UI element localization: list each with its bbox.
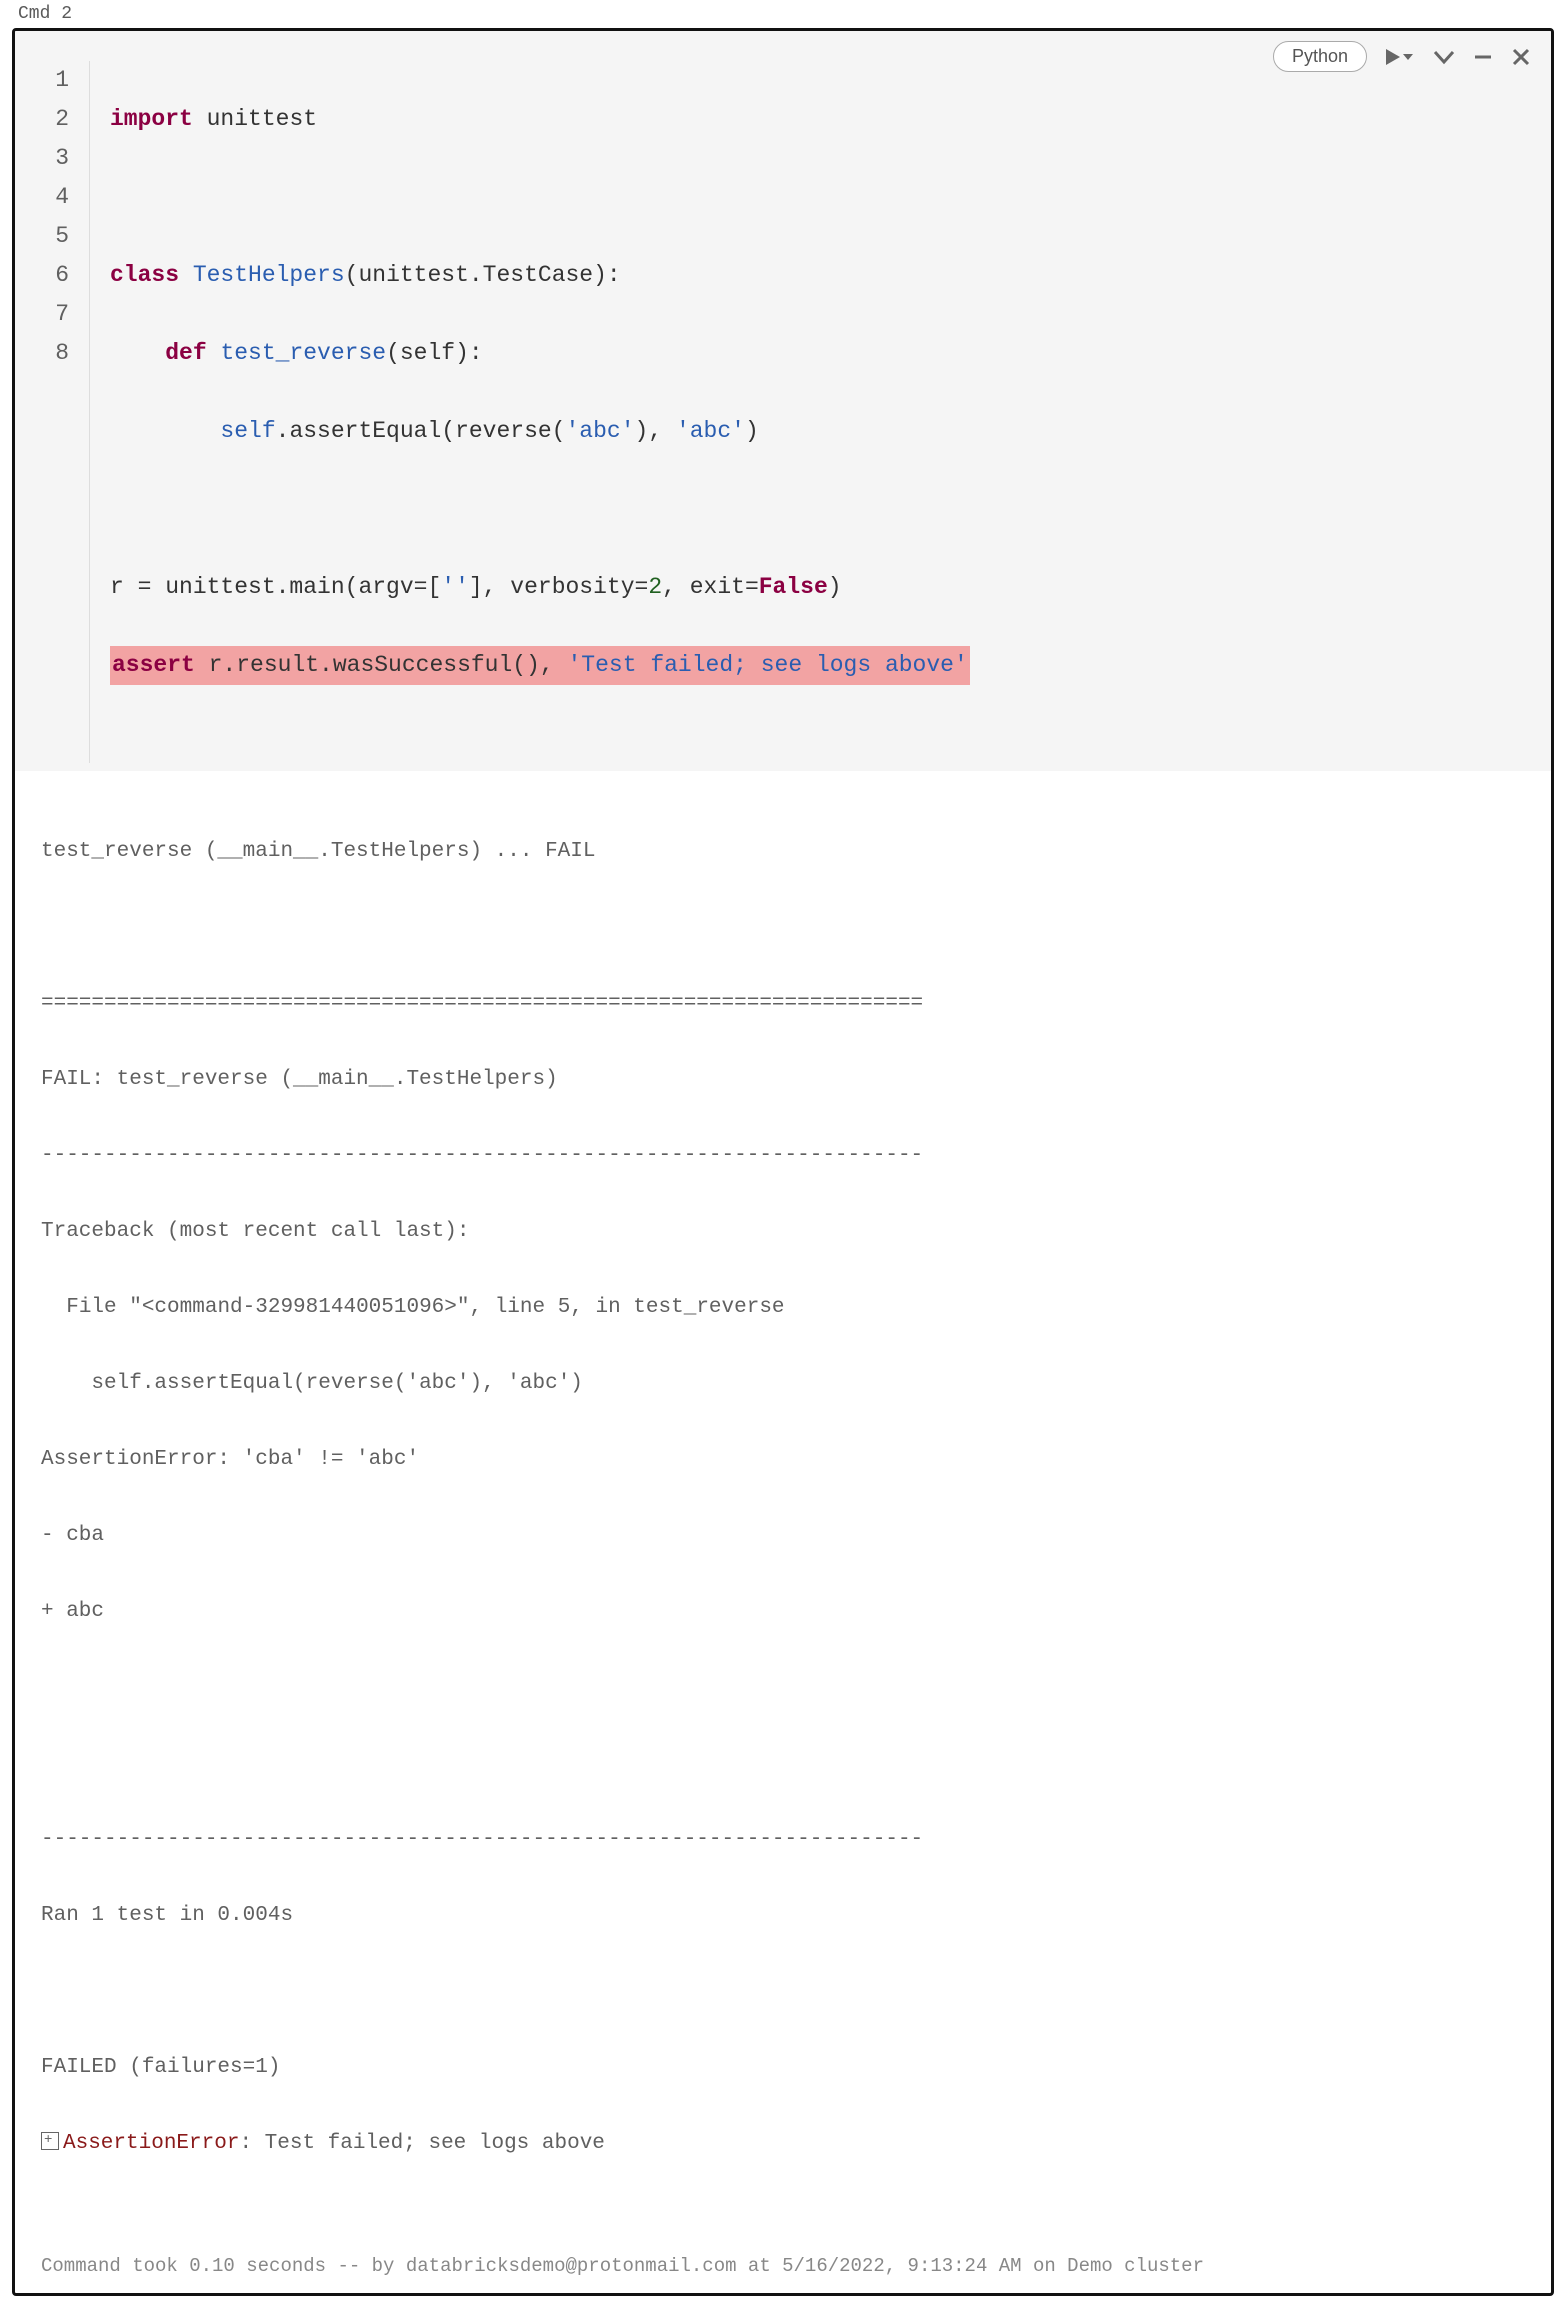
str-literal: 'Test failed; see logs above' bbox=[568, 652, 968, 678]
code-text: ) bbox=[745, 418, 759, 444]
close-icon[interactable] bbox=[1511, 47, 1531, 67]
kw-assert: assert bbox=[112, 652, 195, 678]
output-line: Traceback (most recent call last): bbox=[41, 1213, 1525, 1251]
code-text: ), bbox=[635, 418, 676, 444]
expand-icon[interactable] bbox=[41, 2132, 59, 2150]
cell-output: test_reverse (__main__.TestHelpers) ... … bbox=[15, 771, 1551, 2249]
output-line: test_reverse (__main__.TestHelpers) ... … bbox=[41, 833, 1525, 871]
code-text: ], verbosity= bbox=[469, 574, 648, 600]
minimize-icon[interactable] bbox=[1473, 47, 1493, 67]
code-text: (unittest.TestCase): bbox=[345, 262, 621, 288]
code-text: , exit= bbox=[662, 574, 759, 600]
run-icon[interactable] bbox=[1385, 47, 1415, 67]
output-line: Ran 1 test in 0.004s bbox=[41, 1897, 1525, 1935]
line-number: 5 bbox=[15, 217, 69, 256]
highlighted-line: assert r.result.wasSuccessful(), 'Test f… bbox=[110, 646, 970, 685]
bool-literal: False bbox=[759, 574, 828, 600]
str-literal: '' bbox=[441, 574, 469, 600]
chevron-down-icon[interactable] bbox=[1433, 47, 1455, 67]
str-literal: 'abc' bbox=[566, 418, 635, 444]
code-text: .assertEqual(reverse( bbox=[276, 418, 566, 444]
output-line: self.assertEqual(reverse('abc'), 'abc') bbox=[41, 1365, 1525, 1403]
code-text: ) bbox=[828, 574, 842, 600]
line-number: 8 bbox=[15, 334, 69, 373]
fn-name: test_reverse bbox=[207, 340, 386, 366]
code-text: (self): bbox=[386, 340, 483, 366]
cmd-label: Cmd 2 bbox=[18, 4, 1554, 24]
kw-import: import bbox=[110, 106, 193, 132]
output-separator: ----------------------------------------… bbox=[41, 1137, 1525, 1175]
line-number: 6 bbox=[15, 256, 69, 295]
output-separator: ----------------------------------------… bbox=[41, 1821, 1525, 1859]
line-number: 1 bbox=[15, 61, 69, 100]
execution-footer: Command took 0.10 seconds -- by databric… bbox=[15, 2249, 1551, 2293]
kw-def: def bbox=[165, 340, 206, 366]
kw-class: class bbox=[110, 262, 179, 288]
code-content[interactable]: import unittest class TestHelpers(unitte… bbox=[90, 61, 1551, 763]
error-line[interactable]: AssertionError: Test failed; see logs ab… bbox=[41, 2125, 1525, 2163]
class-name: TestHelpers bbox=[179, 262, 345, 288]
error-name: AssertionError bbox=[63, 2132, 239, 2155]
line-number: 2 bbox=[15, 100, 69, 139]
language-selector[interactable]: Python bbox=[1273, 41, 1367, 72]
line-number: 3 bbox=[15, 139, 69, 178]
error-msg: : Test failed; see logs above bbox=[239, 2132, 604, 2155]
num-literal: 2 bbox=[648, 574, 662, 600]
str-literal: 'abc' bbox=[676, 418, 745, 444]
output-line: File "<command-329981440051096>", line 5… bbox=[41, 1289, 1525, 1327]
output-line: FAILED (failures=1) bbox=[41, 2049, 1525, 2087]
output-line: FAIL: test_reverse (__main__.TestHelpers… bbox=[41, 1061, 1525, 1099]
cell-toolbar: Python bbox=[1273, 41, 1531, 72]
output-separator: ========================================… bbox=[41, 985, 1525, 1023]
output-line: - cba bbox=[41, 1517, 1525, 1555]
code-text: r = unittest.main(argv=[ bbox=[110, 574, 441, 600]
kw-self: self bbox=[220, 418, 275, 444]
line-number: 4 bbox=[15, 178, 69, 217]
output-line: AssertionError: 'cba' != 'abc' bbox=[41, 1441, 1525, 1479]
code-editor[interactable]: Python 1 2 3 4 5 6 7 8 bbox=[15, 31, 1551, 771]
output-line: + abc bbox=[41, 1593, 1525, 1631]
code-text: unittest bbox=[193, 106, 317, 132]
line-number: 7 bbox=[15, 295, 69, 334]
code-text: r.result.wasSuccessful(), bbox=[195, 652, 568, 678]
notebook-cell: Python 1 2 3 4 5 6 7 8 bbox=[12, 28, 1554, 2296]
line-gutter: 1 2 3 4 5 6 7 8 bbox=[15, 61, 90, 763]
